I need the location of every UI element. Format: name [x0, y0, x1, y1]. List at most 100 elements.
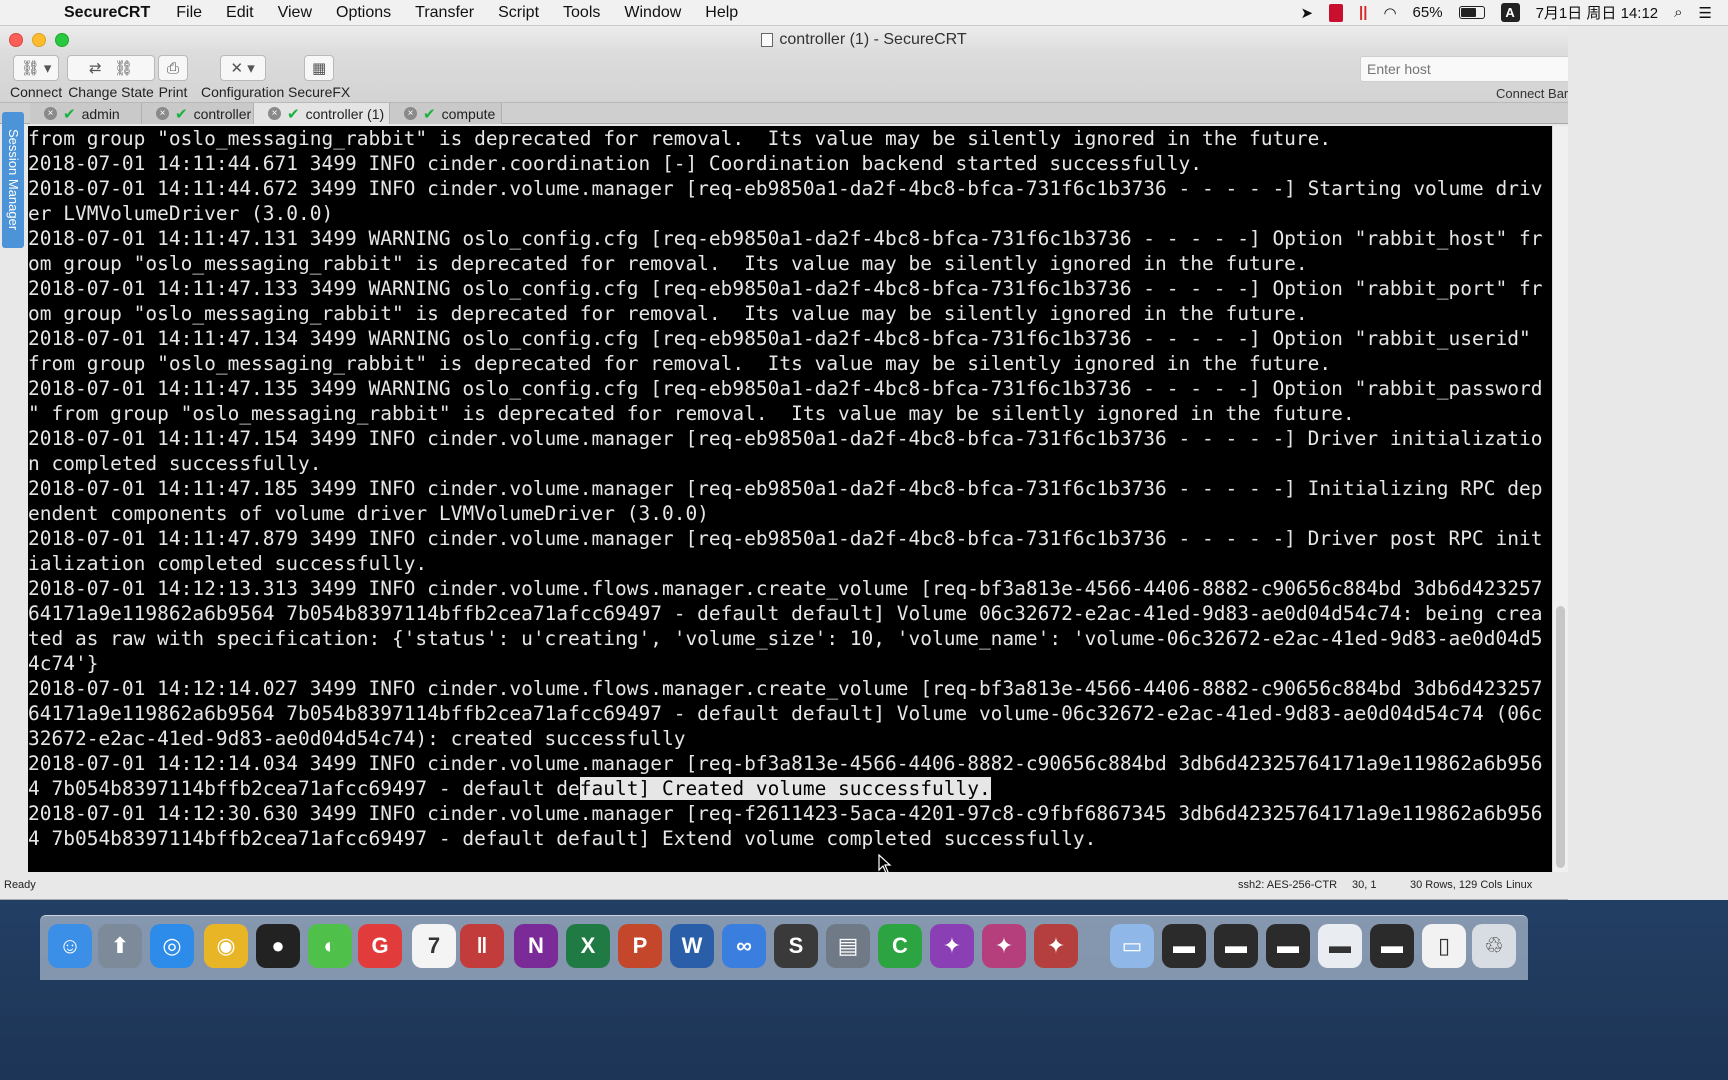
zoom-window-button[interactable]	[55, 33, 69, 47]
battery-icon[interactable]	[1458, 6, 1485, 19]
configuration-button[interactable]: ✕ ▾ Configuration	[201, 54, 284, 100]
terminal-output[interactable]: from group "oslo_messaging_rabbit" is de…	[28, 126, 1552, 872]
menu-app-name[interactable]: SecureCRT	[64, 4, 150, 22]
connect-button[interactable]: ⛓ ▾ Connect	[10, 54, 62, 100]
dock-puzzle-1-icon[interactable]: ✦	[930, 924, 974, 968]
dock-glyph: ▤	[837, 933, 859, 958]
dock-glyph: ▬	[1225, 933, 1247, 958]
menu-window[interactable]: Window	[624, 4, 681, 22]
dock-trash-icon[interactable]: ♲	[1472, 924, 1516, 968]
tab-close-icon[interactable]: ×	[44, 107, 57, 120]
dock-window-1-icon[interactable]: ▬	[1162, 924, 1206, 968]
menu-view[interactable]: View	[278, 4, 312, 22]
dock-puzzle-2-icon[interactable]: ✦	[982, 924, 1026, 968]
scrollbar-thumb[interactable]	[1556, 606, 1565, 868]
dock-calendar-icon[interactable]: 7	[412, 924, 456, 968]
dock-glyph: ◐	[323, 933, 337, 958]
document-icon	[761, 33, 774, 47]
tab-close-icon[interactable]: ×	[268, 107, 281, 120]
tab-compute[interactable]: × ✔ compute	[390, 103, 502, 124]
dock-securecrt-icon[interactable]: ▤	[826, 924, 870, 968]
dock-powerpoint-icon[interactable]: P	[618, 924, 662, 968]
minimize-window-button[interactable]	[32, 33, 46, 47]
input-method-icon[interactable]: A	[1500, 3, 1520, 22]
connected-check-icon: ✔	[287, 105, 300, 123]
recording-icon[interactable]	[1329, 3, 1344, 22]
close-window-button[interactable]	[9, 33, 23, 47]
dock-glyph: ◉	[216, 933, 236, 958]
dock-g-app-icon[interactable]: G	[358, 924, 402, 968]
terminal-line: 64171a9e119862a6b9564 7b054b8397114bffb2…	[28, 702, 1543, 725]
terminal-line: 2018-07-01 14:12:14.034 3499 INFO cinder…	[28, 752, 1543, 775]
dock-finder-icon[interactable]: ☺	[48, 924, 92, 968]
terminal-line: n completed successfully.	[28, 452, 322, 475]
dock-glyph: ▭	[1121, 933, 1143, 958]
terminal-line: 64171a9e119862a6b9564 7b054b8397114bffb2…	[28, 602, 1543, 625]
tab-controller-1[interactable]: × ✔ controller (1)	[254, 103, 390, 124]
securecrt-window: controller (1) - SecureCRT ⛓ ▾ Connect ⇄…	[0, 26, 1728, 900]
change-state-button[interactable]: ⇄ ⛓ Change State	[67, 54, 155, 100]
status-menus: ➤ || ◠ 65% A 7月1日 周日 14:12 ⌕ ☰	[1300, 2, 1728, 23]
connected-check-icon: ✔	[423, 105, 436, 123]
notification-center-icon[interactable]: ☰	[1699, 4, 1712, 22]
menu-transfer[interactable]: Transfer	[415, 4, 474, 22]
dock-launchpad-icon[interactable]: ⬆	[98, 924, 142, 968]
dock-chrome-icon[interactable]: ◉	[204, 924, 248, 968]
dock-onenote-icon[interactable]: N	[514, 924, 558, 968]
tab-admin[interactable]: × ✔ admin	[30, 103, 142, 124]
terminal-line: 2018-07-01 14:11:47.134 3499 WARNING osl…	[28, 327, 1531, 350]
menu-tools[interactable]: Tools	[563, 4, 600, 22]
dock-sublime-icon[interactable]: S	[774, 924, 818, 968]
dock-wechat-icon[interactable]: ◐	[308, 924, 352, 968]
spotlight-search-icon[interactable]: ⌕	[1674, 4, 1682, 21]
menu-options[interactable]: Options	[336, 4, 391, 22]
status-term: Linux	[1506, 879, 1533, 891]
dock-window-3-icon[interactable]: ▬	[1266, 924, 1310, 968]
terminal-line: 2018-07-01 14:12:30.630 3499 INFO cinder…	[28, 802, 1543, 825]
dock-blank-doc-icon[interactable]: ▯	[1422, 924, 1466, 968]
dock-codeedit-icon[interactable]: C	[878, 924, 922, 968]
print-button[interactable]: ⎙ Print	[158, 54, 188, 100]
menu-edit[interactable]: Edit	[226, 4, 254, 22]
menu-script[interactable]: Script	[498, 4, 539, 22]
pause-icon[interactable]: ||	[1359, 4, 1367, 21]
dock-window-4-icon[interactable]: ▬	[1318, 924, 1362, 968]
menubar-clock[interactable]: 7月1日 周日 14:12	[1536, 2, 1659, 23]
menu-file[interactable]: File	[176, 4, 202, 22]
securefx-icon: ▦	[304, 55, 335, 81]
dock-glyph: ✦	[994, 933, 1014, 958]
tab-label: compute	[441, 105, 496, 122]
terminal-scrollbar[interactable]	[1552, 126, 1568, 872]
dock-excel-icon[interactable]: X	[566, 924, 610, 968]
dock-glyph: C	[892, 933, 908, 958]
terminal-line: 4c74'}	[28, 652, 99, 675]
status-cipher: ssh2: AES-256-CTR	[1238, 879, 1338, 891]
window-titlebar[interactable]: controller (1) - SecureCRT	[0, 26, 1728, 54]
dock-window-2-icon[interactable]: ▬	[1214, 924, 1258, 968]
dock-glyph: ▬	[1329, 933, 1351, 958]
dock-parallels-icon[interactable]: ‖	[460, 924, 504, 968]
tab-close-icon[interactable]: ×	[404, 107, 417, 120]
session-manager-tab[interactable]: Session Manager	[2, 112, 24, 248]
dock-window-5-icon[interactable]: ▬	[1370, 924, 1414, 968]
dock-puzzle-3-icon[interactable]: ✦	[1034, 924, 1078, 968]
dock-baidu-netdisk-icon[interactable]: ∞	[722, 924, 766, 968]
dock-word-icon[interactable]: W	[670, 924, 714, 968]
window-title-text: controller (1) - SecureCRT	[779, 31, 967, 48]
securefx-button[interactable]: ▦ SecureFX	[288, 54, 350, 100]
tab-close-icon[interactable]: ×	[156, 107, 169, 120]
terminal-line: ialization completed successfully.	[28, 552, 428, 575]
tab-controller[interactable]: × ✔ controller	[142, 103, 254, 124]
terminal-line: 2018-07-01 14:11:47.879 3499 INFO cinder…	[28, 527, 1543, 550]
dock-folder-icon[interactable]: ▭	[1110, 924, 1154, 968]
dock-glyph: ∞	[736, 933, 752, 958]
tab-label: controller (1)	[305, 105, 385, 122]
menu-help[interactable]: Help	[705, 4, 738, 22]
terminal-lines: from group "oslo_messaging_rabbit" is de…	[28, 126, 1552, 776]
dock-qq-icon[interactable]: ●	[256, 924, 300, 968]
dock-glyph: W	[681, 933, 703, 958]
send-icon[interactable]: ➤	[1300, 4, 1313, 22]
dock-safari-icon[interactable]: ◎	[150, 924, 194, 968]
session-tabs: × ✔ admin × ✔ controller × ✔ controller …	[0, 102, 1728, 124]
wifi-icon[interactable]: ◠	[1383, 4, 1396, 22]
